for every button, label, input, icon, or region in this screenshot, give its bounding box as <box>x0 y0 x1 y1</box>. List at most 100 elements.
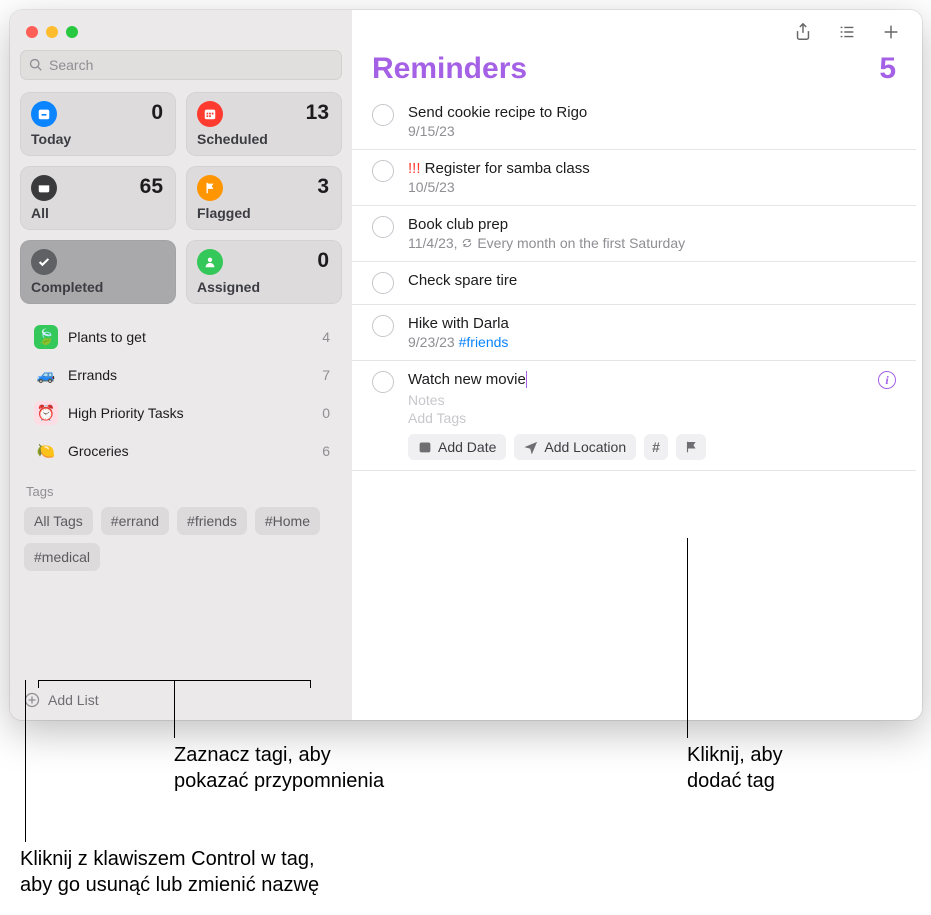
add-tag-button[interactable]: # <box>644 434 668 460</box>
reminder-tag[interactable]: #friends <box>459 334 509 350</box>
smart-count: 13 <box>306 101 329 125</box>
list-count: 0 <box>322 405 330 421</box>
smart-list-today[interactable]: 0 Today <box>20 92 176 156</box>
toolbar <box>352 10 922 46</box>
complete-toggle[interactable] <box>372 272 394 294</box>
add-location-button[interactable]: Add Location <box>514 434 636 460</box>
reminder-title-input[interactable]: Watch new movie <box>408 371 878 388</box>
list-item[interactable]: 🍋 Groceries 6 <box>20 432 342 470</box>
tray-icon <box>31 175 57 201</box>
view-options-icon[interactable] <box>836 22 858 42</box>
tags-section-label: Tags <box>20 470 342 507</box>
smart-label: Flagged <box>197 205 331 221</box>
list-name: Groceries <box>68 443 322 459</box>
callout-lead <box>38 680 39 688</box>
search-input[interactable] <box>49 57 333 73</box>
reminder-subtitle: 11/4/23, Every month on the first Saturd… <box>408 235 896 251</box>
tag-chip-friends[interactable]: #friends <box>177 507 247 535</box>
list-count: 7 <box>322 367 330 383</box>
zoom-window-button[interactable] <box>66 26 78 38</box>
quick-actions: Add Date Add Location # <box>408 434 878 460</box>
add-reminder-icon[interactable] <box>880 22 902 42</box>
list-name: Plants to get <box>68 329 322 345</box>
tag-chip-errand[interactable]: #errand <box>101 507 169 535</box>
add-list-label: Add List <box>48 692 99 708</box>
list-item[interactable]: 🍃 Plants to get 4 <box>20 318 342 356</box>
complete-toggle[interactable] <box>372 371 394 393</box>
smart-label: Assigned <box>197 279 331 295</box>
list-item[interactable]: ⏰ High Priority Tasks 0 <box>20 394 342 432</box>
add-flag-button[interactable] <box>676 434 706 460</box>
info-button[interactable]: i <box>878 371 896 389</box>
plus-circle-icon <box>24 692 40 708</box>
reminder-item[interactable]: !!! Register for samba class 10/5/23 <box>352 150 916 206</box>
callout-control-click-tag: Kliknij z klawiszem Control w tag, aby g… <box>20 846 319 898</box>
calendar-icon <box>418 440 432 454</box>
window-controls <box>20 20 342 50</box>
reminder-item-editing[interactable]: Watch new movie Notes Add Tags Add Date … <box>352 361 916 471</box>
callout-lead <box>310 680 311 688</box>
callout-lead <box>687 538 688 738</box>
complete-toggle[interactable] <box>372 315 394 337</box>
calendar-today-icon <box>31 101 57 127</box>
search-field[interactable] <box>20 50 342 80</box>
main-panel: Reminders 5 Send cookie recipe to Rigo 9… <box>352 10 922 720</box>
reminder-title: !!! Register for samba class <box>408 160 896 177</box>
minimize-window-button[interactable] <box>46 26 58 38</box>
add-date-button[interactable]: Add Date <box>408 434 506 460</box>
smart-list-flagged[interactable]: 3 Flagged <box>186 166 342 230</box>
reminder-item[interactable]: Send cookie recipe to Rigo 9/15/23 <box>352 94 916 150</box>
list-item[interactable]: 🚙 Errands 7 <box>20 356 342 394</box>
calendar-icon <box>197 101 223 127</box>
list-count: 6 <box>322 443 330 459</box>
list-name: Errands <box>68 367 322 383</box>
smart-list-scheduled[interactable]: 13 Scheduled <box>186 92 342 156</box>
reminder-item[interactable]: Book club prep 11/4/23, Every month on t… <box>352 206 916 262</box>
reminder-title: Check spare tire <box>408 272 896 289</box>
reminder-title: Book club prep <box>408 216 896 233</box>
smart-label: Today <box>31 131 165 147</box>
smart-count: 0 <box>151 101 163 125</box>
check-icon <box>31 249 57 275</box>
complete-toggle[interactable] <box>372 216 394 238</box>
reminder-item[interactable]: Check spare tire <box>352 262 916 305</box>
smart-list-completed[interactable]: Completed <box>20 240 176 304</box>
list-count: 4 <box>322 329 330 345</box>
smart-lists-grid: 0 Today 13 Scheduled 65 All <box>20 92 342 304</box>
reminder-title: Send cookie recipe to Rigo <box>408 104 896 121</box>
list-icon: ⏰ <box>34 401 58 425</box>
list-icon: 🍋 <box>34 439 58 463</box>
close-window-button[interactable] <box>26 26 38 38</box>
add-tags-field[interactable]: Add Tags <box>408 410 878 426</box>
list-icon: 🚙 <box>34 363 58 387</box>
reminder-title: Hike with Darla <box>408 315 896 332</box>
smart-list-all[interactable]: 65 All <box>20 166 176 230</box>
smart-count: 65 <box>140 175 163 199</box>
callout-select-tags: Zaznacz tagi, aby pokazać przypomnienia <box>174 742 384 794</box>
smart-list-assigned[interactable]: 0 Assigned <box>186 240 342 304</box>
reminder-item[interactable]: Hike with Darla 9/23/23 #friends <box>352 305 916 361</box>
smart-label: All <box>31 205 165 221</box>
reminders-list: Send cookie recipe to Rigo 9/15/23 !!! R… <box>352 94 922 720</box>
complete-toggle[interactable] <box>372 160 394 182</box>
add-list-button[interactable]: Add List <box>20 682 342 720</box>
notes-field[interactable]: Notes <box>408 392 878 408</box>
complete-toggle[interactable] <box>372 104 394 126</box>
tag-chip-home[interactable]: #Home <box>255 507 320 535</box>
repeat-icon <box>461 237 473 249</box>
tag-chip-medical[interactable]: #medical <box>24 543 100 571</box>
smart-label: Completed <box>31 279 165 295</box>
person-icon <box>197 249 223 275</box>
list-title: Reminders <box>372 52 527 86</box>
tag-chip-alltags[interactable]: All Tags <box>24 507 93 535</box>
priority-indicator: !!! <box>408 160 425 177</box>
list-name: High Priority Tasks <box>68 405 322 421</box>
sidebar: 0 Today 13 Scheduled 65 All <box>10 10 352 720</box>
share-icon[interactable] <box>792 22 814 42</box>
smart-count: 0 <box>317 249 329 273</box>
list-count: 5 <box>879 52 896 86</box>
reminder-subtitle: 9/23/23 #friends <box>408 334 896 350</box>
flag-icon <box>197 175 223 201</box>
callout-lead <box>25 680 26 842</box>
callout-click-add-tag: Kliknij, aby dodać tag <box>687 742 783 794</box>
